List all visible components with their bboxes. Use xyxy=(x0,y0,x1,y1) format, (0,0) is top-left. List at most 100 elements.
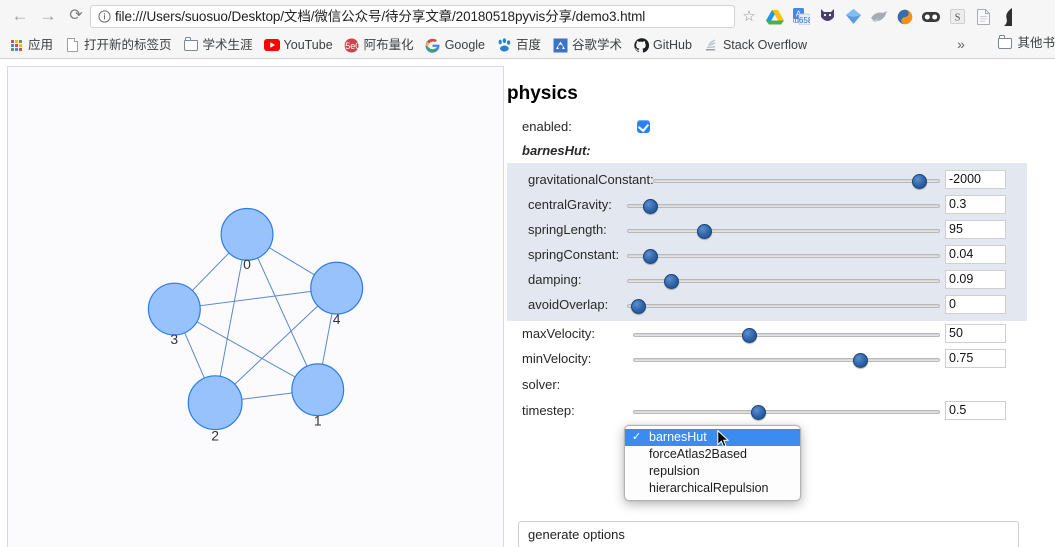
setting-value-input[interactable]: 0.09 xyxy=(945,270,1006,289)
setting-value-input[interactable]: 0.3 xyxy=(945,195,1006,214)
extension-icon-strip: A \u6587 xyxy=(765,4,1019,29)
setting-slider-track[interactable] xyxy=(633,405,940,420)
youtube-icon xyxy=(263,37,280,53)
setting-value-input[interactable]: -2000 xyxy=(945,170,1006,189)
setting-slider-thumb[interactable] xyxy=(696,224,712,239)
setting-slider-track[interactable] xyxy=(633,353,940,368)
bookmark-label: GitHub xyxy=(653,38,692,52)
solver-dropdown-popup[interactable]: barnesHutforceAtlas2Basedrepulsionhierar… xyxy=(624,425,801,501)
star-outline-icon[interactable]: ☆ xyxy=(740,8,758,26)
setting-row: springConstant: 0.04 xyxy=(507,242,1027,267)
bookmark-github[interactable]: GitHub xyxy=(633,35,692,55)
solver-option[interactable]: forceAtlas2Based xyxy=(625,446,800,463)
graph-node[interactable] xyxy=(187,375,243,431)
bookmark-label: YouTube xyxy=(283,38,333,52)
setting-value-input[interactable]: 95 xyxy=(945,220,1006,239)
solver-option[interactable]: hierarchicalRepulsion xyxy=(625,480,800,497)
barnes-hut-settings-group: gravitationalConstant: -2000 centralGravit… xyxy=(507,163,1027,321)
setting-label: springConstant: xyxy=(528,247,620,262)
setting-slider-track[interactable] xyxy=(633,328,940,343)
setting-slider-thumb[interactable] xyxy=(742,328,758,343)
bookmark-new-tab-page[interactable]: 打开新的标签页 xyxy=(64,35,172,55)
bookmark-google[interactable]: Google xyxy=(425,35,485,55)
back-icon[interactable]: ← xyxy=(8,4,32,28)
abu-icon: \u5e03 xyxy=(344,37,360,53)
blue-diamond-extension-icon[interactable] xyxy=(843,7,863,27)
setting-label: timestep: xyxy=(522,403,575,418)
svg-text:\u6587: \u6587 xyxy=(793,16,810,25)
setting-value-input[interactable]: 0.75 xyxy=(945,349,1006,368)
setting-slider-thumb[interactable] xyxy=(642,249,658,264)
setting-slider-thumb[interactable] xyxy=(853,353,868,368)
yin-yang-extension-icon[interactable] xyxy=(895,7,915,27)
info-circle-icon[interactable] xyxy=(94,5,114,28)
graph-node[interactable] xyxy=(220,207,274,261)
graph-node[interactable] xyxy=(147,282,201,336)
bookmark-label: 阿布量化 xyxy=(363,38,414,52)
setting-value-input[interactable]: 0.04 xyxy=(945,245,1006,264)
url-text[interactable]: file:///Users/suosuo/Desktop/文档/微信公众号/待分… xyxy=(114,6,734,27)
solver-option[interactable]: barnesHut xyxy=(625,429,800,446)
google-scholar-icon xyxy=(552,37,568,53)
bookmarks-bar: 应用 打开新的标签页 学术生涯 YouTube 5e0 阿布量化 Google … xyxy=(0,32,1055,58)
setting-slider-thumb[interactable] xyxy=(642,199,658,214)
bookmark-stack-overflow[interactable]: Stack Overflow xyxy=(703,35,807,55)
dark-shape-extension-icon[interactable] xyxy=(999,7,1019,27)
dark-glasses-extension-icon[interactable] xyxy=(921,7,941,27)
setting-label: springLength: xyxy=(528,222,607,237)
setting-row: damping: 0.09 xyxy=(507,267,1027,292)
bookmark-label: 百度 xyxy=(516,38,542,52)
bookmark-baidu[interactable]: 百度 xyxy=(496,35,541,55)
setting-row: avoidOverlap: 0 xyxy=(507,292,1027,317)
setting-slider-track[interactable] xyxy=(627,224,940,239)
graph-node[interactable] xyxy=(291,363,345,417)
forward-icon[interactable]: → xyxy=(36,4,60,28)
graph-node[interactable] xyxy=(310,261,364,315)
address-bar[interactable]: file:///Users/suosuo/Desktop/文档/微信公众号/待分… xyxy=(90,5,735,28)
bookmark-label: 打开新的标签页 xyxy=(84,38,172,52)
bookmark-google-scholar[interactable]: 谷歌学术 xyxy=(552,35,622,55)
letter-s-extension-icon[interactable]: S xyxy=(947,7,967,27)
network-graph[interactable]: 0 1 2 3 4 xyxy=(8,67,503,547)
setting-slider-thumb[interactable] xyxy=(663,274,679,289)
bookmark-youtube[interactable]: YouTube xyxy=(263,35,333,55)
setting-slider-track[interactable] xyxy=(627,249,940,264)
bookmark-label: 学术生涯 xyxy=(202,38,253,52)
setting-slider-thumb[interactable] xyxy=(630,299,646,314)
setting-label: centralGravity: xyxy=(528,197,612,212)
setting-label: minVelocity: xyxy=(522,351,592,366)
document-extension-icon[interactable] xyxy=(973,7,993,27)
google-translate-extension-icon[interactable]: A \u6587 xyxy=(791,7,811,27)
bookmark-abu-quant[interactable]: \u5e03 阿布量化 xyxy=(344,35,414,55)
timestep-group: timestep: 0.5 xyxy=(507,398,1047,423)
solver-option[interactable]: repulsion xyxy=(625,463,800,480)
bookmark-academic-career[interactable]: 学术生涯 xyxy=(183,35,253,55)
setting-value-input[interactable]: 50 xyxy=(945,324,1006,343)
barnes-hut-section-header: barnesHut: xyxy=(522,143,591,158)
google-drive-extension-icon[interactable] xyxy=(765,7,785,27)
network-graph-canvas[interactable]: 0 1 2 3 4 xyxy=(7,66,504,547)
browser-chrome: ← → ⟳ file:///Users/suosuo/Desktop/文档/微信… xyxy=(0,0,1055,59)
setting-slider-thumb[interactable] xyxy=(750,405,766,420)
bookmark-other-bookmarks[interactable]: 其他书 xyxy=(997,35,1055,51)
setting-slider-track[interactable] xyxy=(653,174,940,189)
setting-value-input[interactable]: 0.5 xyxy=(945,401,1006,420)
gray-bird-extension-icon[interactable] xyxy=(869,7,889,27)
bookmark-apps[interactable]: 应用 xyxy=(8,35,53,55)
shield-cat-extension-icon[interactable] xyxy=(817,7,837,27)
setting-row: gravitationalConstant: -2000 xyxy=(507,167,1027,192)
graph-node-label: 2 xyxy=(211,428,219,444)
setting-row: maxVelocity: 50 xyxy=(507,321,1047,346)
generate-options-button[interactable]: generate options xyxy=(518,521,1019,547)
graph-node-label: 0 xyxy=(243,256,251,272)
setting-slider-thumb[interactable] xyxy=(912,174,928,189)
physics-enabled-checkbox[interactable] xyxy=(637,120,650,133)
setting-label: damping: xyxy=(528,272,582,287)
setting-value-input[interactable]: 0 xyxy=(945,295,1006,314)
setting-slider-track[interactable] xyxy=(627,274,940,289)
reload-icon[interactable]: ⟳ xyxy=(64,4,88,28)
setting-slider-track[interactable] xyxy=(627,199,940,214)
setting-slider-track[interactable] xyxy=(627,299,940,314)
bookmarks-overflow-button[interactable]: » xyxy=(953,36,969,52)
google-g-icon xyxy=(425,37,441,53)
